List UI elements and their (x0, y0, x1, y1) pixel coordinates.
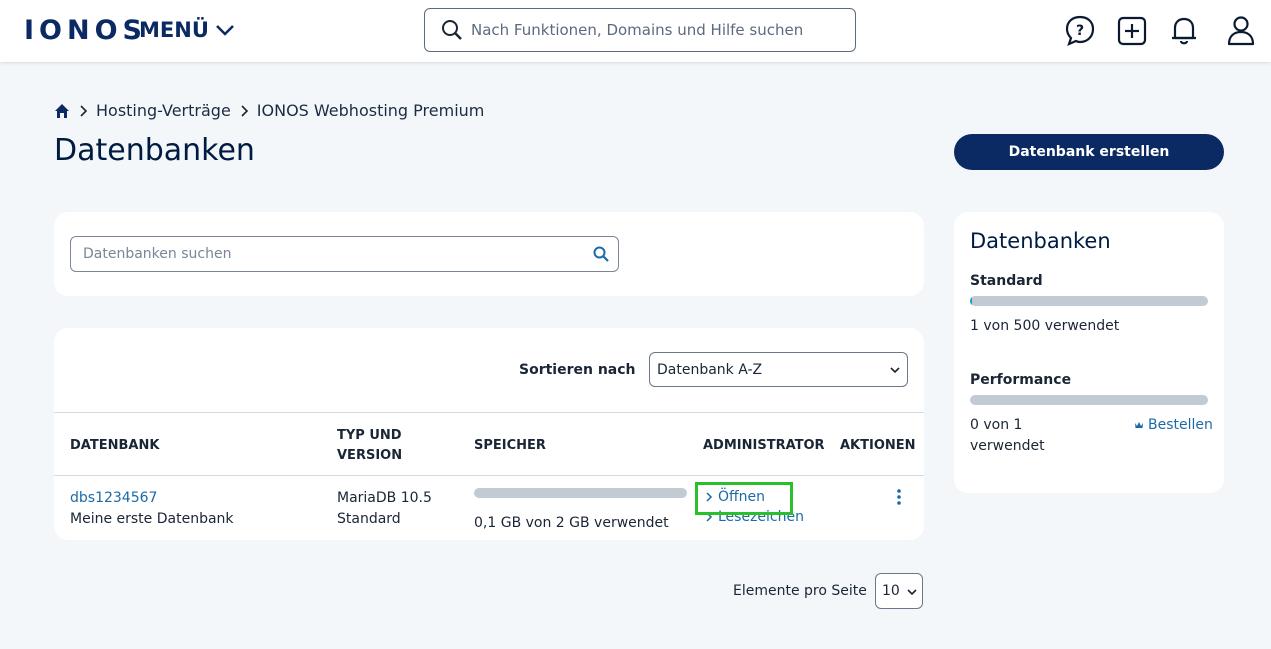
standard-progress-fill (970, 296, 973, 306)
global-search-input[interactable] (471, 21, 841, 39)
column-header-type: TYP UND VERSION (337, 426, 402, 466)
chevron-down-icon (907, 589, 917, 596)
database-table-card: Sortieren nach Datenbank A-Z DATENBANK T… (54, 328, 924, 540)
database-type: MariaDB 10.5 (337, 490, 432, 506)
database-tier: Standard (337, 511, 401, 527)
column-header-storage: SPEICHER (474, 438, 546, 453)
sort-select[interactable]: Datenbank A-Z (649, 352, 908, 387)
bell-icon[interactable] (1169, 14, 1199, 46)
ionos-logo[interactable]: IONOS (24, 15, 147, 46)
sort-selected-value: Datenbank A-Z (657, 361, 763, 378)
breadcrumb-webhosting-premium[interactable]: IONOS Webhosting Premium (257, 101, 485, 120)
order-label: Bestellen (1148, 417, 1213, 433)
open-link-highlight (695, 482, 793, 515)
breadcrumb-hosting-contracts[interactable]: Hosting-Verträge (96, 101, 231, 120)
standard-label: Standard (970, 273, 1043, 289)
column-header-type-line1: TYP UND (337, 428, 402, 443)
database-description: Meine erste Datenbank (70, 511, 234, 527)
add-icon[interactable] (1117, 14, 1147, 46)
standard-usage-text: 1 von 500 verwendet (970, 318, 1120, 334)
database-name-link[interactable]: dbs1234567 (70, 488, 157, 508)
create-database-button[interactable]: Datenbank erstellen (954, 134, 1224, 170)
top-navigation-bar: IONOS MENÜ ? (0, 0, 1271, 62)
performance-usage-text: 0 von 1 verwendet (970, 415, 1045, 457)
global-search-box[interactable] (424, 8, 856, 52)
column-header-actions: AKTIONEN (840, 438, 916, 453)
main-menu-button[interactable]: MENÜ (139, 18, 235, 42)
storage-progress-bar (474, 488, 687, 498)
column-header-type-line2: VERSION (337, 448, 403, 463)
help-chat-icon[interactable]: ? (1065, 14, 1095, 46)
divider (54, 475, 924, 476)
divider (54, 412, 924, 413)
order-performance-link[interactable]: Bestellen (1134, 417, 1213, 433)
home-icon[interactable] (54, 103, 70, 119)
performance-progress-bar (970, 395, 1208, 405)
items-per-page-value: 10 (882, 583, 900, 599)
search-icon (442, 20, 462, 40)
breadcrumb: Hosting-Verträge IONOS Webhosting Premiu… (54, 101, 484, 120)
database-search-input[interactable] (83, 246, 573, 262)
performance-usage-line2: verwendet (970, 438, 1045, 454)
chevron-right-icon (241, 104, 248, 117)
database-search-box[interactable] (70, 236, 619, 272)
sort-label: Sortieren nach (519, 362, 636, 378)
user-icon[interactable] (1226, 14, 1256, 46)
menu-label: MENÜ (139, 18, 209, 42)
items-per-page-label: Elemente pro Seite (733, 583, 867, 599)
kebab-menu-icon[interactable] (891, 488, 907, 508)
performance-usage-line1: 0 von 1 (970, 417, 1023, 433)
standard-progress-bar (970, 296, 1208, 306)
chevron-down-icon (890, 367, 900, 374)
search-icon[interactable] (593, 246, 609, 262)
storage-usage-text: 0,1 GB von 2 GB verwendet (474, 515, 669, 531)
database-quota-card: Datenbanken Standard 1 von 500 verwendet… (954, 212, 1224, 493)
database-search-card (54, 212, 924, 296)
chevron-down-icon (215, 25, 234, 36)
column-header-admin: ADMINISTRATOR (703, 438, 825, 453)
crown-icon (1135, 422, 1143, 428)
items-per-page-select[interactable]: 10 (875, 573, 923, 609)
page-title: Datenbanken (54, 133, 255, 168)
quota-card-title: Datenbanken (970, 229, 1111, 253)
chevron-right-icon (80, 104, 88, 117)
svg-text:?: ? (1076, 23, 1084, 39)
performance-label: Performance (970, 372, 1072, 388)
column-header-database: DATENBANK (70, 438, 160, 453)
